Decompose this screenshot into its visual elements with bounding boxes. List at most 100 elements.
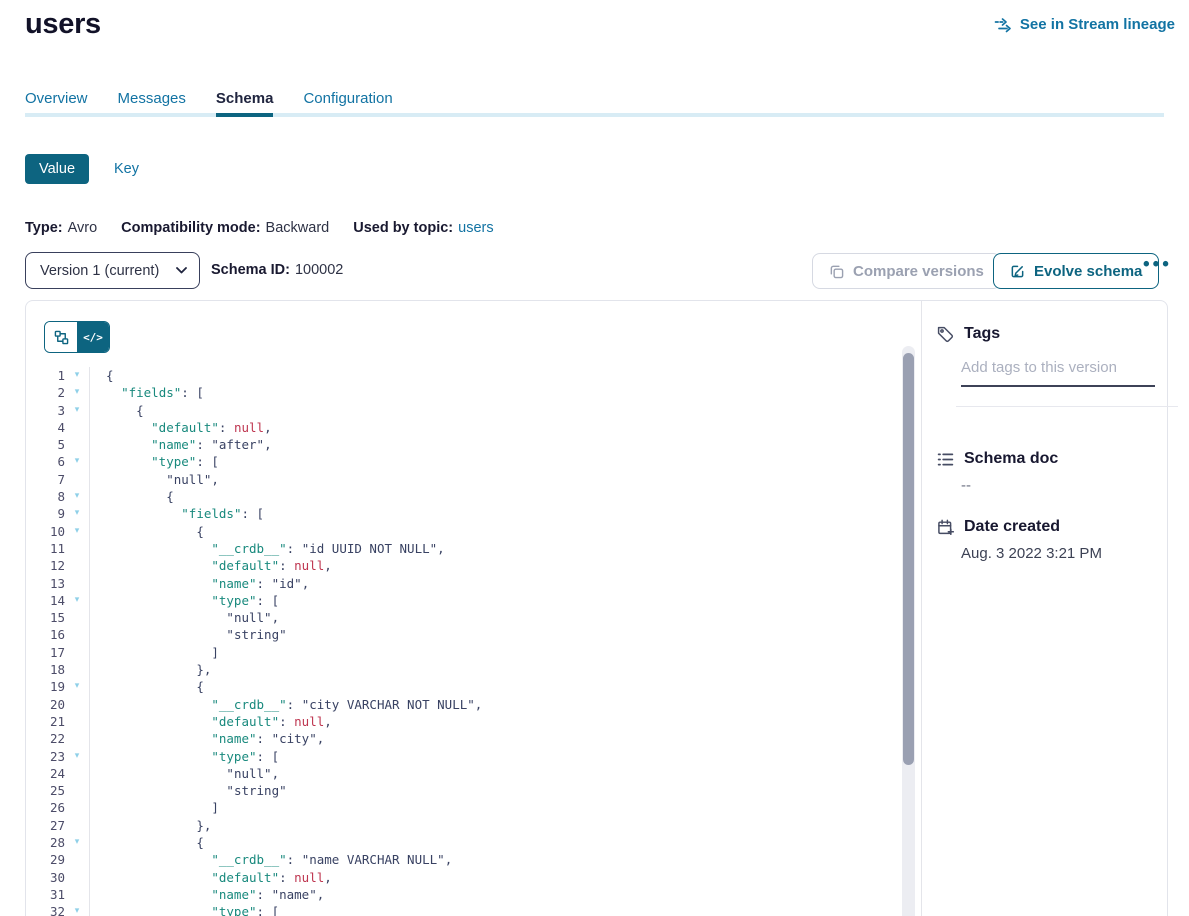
line-number: 32 <box>26 903 65 916</box>
code-line: 25 "string" <box>26 782 902 799</box>
code-view-button[interactable]: </> <box>77 322 109 352</box>
line-number: 22 <box>26 730 65 747</box>
line-number: 21 <box>26 713 65 730</box>
code-line: 16 "string" <box>26 626 902 643</box>
fold-collapse-icon[interactable]: ▾ <box>65 903 89 916</box>
tab-schema[interactable]: Schema <box>216 90 274 117</box>
tags-section-header: Tags <box>937 325 1000 343</box>
code-text: { <box>89 678 902 695</box>
used-by-topic: Used by topic: users <box>353 220 493 236</box>
code-text: "default": null, <box>89 869 902 886</box>
code-line: 28▾ { <box>26 834 902 851</box>
date-created-title: Date created <box>964 518 1060 536</box>
tree-view-button[interactable] <box>45 322 77 352</box>
code-text: "fields": [ <box>89 384 902 401</box>
fold-spacer <box>65 869 89 886</box>
more-actions-button[interactable]: ••• <box>1143 254 1172 276</box>
fold-spacer <box>65 730 89 747</box>
line-number: 15 <box>26 609 65 626</box>
code-text: { <box>89 367 902 384</box>
code-line: 9▾ "fields": [ <box>26 505 902 522</box>
fold-spacer <box>65 851 89 868</box>
fold-spacer <box>65 609 89 626</box>
tags-input-wrap <box>961 357 1155 387</box>
code-line: 23▾ "type": [ <box>26 748 902 765</box>
evolve-schema-button[interactable]: Evolve schema <box>993 253 1159 289</box>
line-number: 18 <box>26 661 65 678</box>
fold-collapse-icon[interactable]: ▾ <box>65 834 89 851</box>
compat-label: Compatibility mode: <box>121 220 260 236</box>
fold-collapse-icon[interactable]: ▾ <box>65 367 89 384</box>
fold-collapse-icon[interactable]: ▾ <box>65 384 89 401</box>
version-select-wrap: Version 1 (current) <box>25 252 200 289</box>
line-number: 23 <box>26 748 65 765</box>
schema-sidebar: Tags Schema doc -- Date cre <box>922 301 1167 916</box>
fold-collapse-icon[interactable]: ▾ <box>65 488 89 505</box>
tab-overview[interactable]: Overview <box>25 90 88 117</box>
line-number: 9 <box>26 505 65 522</box>
compare-versions-button[interactable]: Compare versions <box>812 253 1001 289</box>
schema-id-value: 100002 <box>295 262 343 278</box>
topic-link[interactable]: users <box>458 220 493 236</box>
list-icon <box>937 451 954 468</box>
version-select[interactable]: Version 1 (current) <box>25 252 200 289</box>
line-number: 11 <box>26 540 65 557</box>
code-text: "null", <box>89 609 902 626</box>
code-text: "default": null, <box>89 713 902 730</box>
see-in-stream-lineage-link[interactable]: See in Stream lineage <box>994 16 1175 33</box>
scrollbar-thumb[interactable] <box>903 353 914 765</box>
code-text: "type": [ <box>89 592 902 609</box>
topic-label: Used by topic: <box>353 220 453 236</box>
value-key-toggle: Value Key <box>25 152 139 185</box>
fold-collapse-icon[interactable]: ▾ <box>65 523 89 540</box>
fold-collapse-icon[interactable]: ▾ <box>65 505 89 522</box>
code-line: 24 "null", <box>26 765 902 782</box>
line-number: 28 <box>26 834 65 851</box>
fold-spacer <box>65 436 89 453</box>
fold-collapse-icon[interactable]: ▾ <box>65 748 89 765</box>
code-line: 13 "name": "id", <box>26 575 902 592</box>
tab-messages[interactable]: Messages <box>118 90 186 117</box>
code-line: 7 "null", <box>26 471 902 488</box>
code-text: "type": [ <box>89 903 902 916</box>
code-line: 32▾ "type": [ <box>26 903 902 916</box>
type-value: Avro <box>68 220 98 236</box>
code-text: "type": [ <box>89 453 902 470</box>
fold-spacer <box>65 575 89 592</box>
code-line: 27 }, <box>26 817 902 834</box>
tab-bar: Overview Messages Schema Configuration <box>25 90 1164 117</box>
code-line: 11 "__crdb__": "id UUID NOT NULL", <box>26 540 902 557</box>
tags-title: Tags <box>964 325 1000 343</box>
code-line: 15 "null", <box>26 609 902 626</box>
line-number: 8 <box>26 488 65 505</box>
schema-id-label: Schema ID: <box>211 262 290 278</box>
line-number: 3 <box>26 402 65 419</box>
tags-input[interactable] <box>961 357 1155 387</box>
value-tab-button[interactable]: Value <box>25 154 89 184</box>
fold-collapse-icon[interactable]: ▾ <box>65 453 89 470</box>
fold-spacer <box>65 644 89 661</box>
code-text: }, <box>89 817 902 834</box>
key-tab-button[interactable]: Key <box>114 161 139 177</box>
line-number: 4 <box>26 419 65 436</box>
fold-collapse-icon[interactable]: ▾ <box>65 592 89 609</box>
code-text: "type": [ <box>89 748 902 765</box>
code-line: 8▾ { <box>26 488 902 505</box>
code-line: 6▾ "type": [ <box>26 453 902 470</box>
code-text: "name": "name", <box>89 886 902 903</box>
fold-spacer <box>65 782 89 799</box>
code-text: "__crdb__": "id UUID NOT NULL", <box>89 540 902 557</box>
compare-versions-label: Compare versions <box>853 263 984 280</box>
schema-id: Schema ID: 100002 <box>211 252 343 289</box>
type-label: Type: <box>25 220 63 236</box>
code-line: 4 "default": null, <box>26 419 902 436</box>
code-text: { <box>89 834 902 851</box>
fold-collapse-icon[interactable]: ▾ <box>65 402 89 419</box>
code-view-icon: </> <box>83 331 103 344</box>
tree-view-icon <box>54 330 69 345</box>
schema-doc-title: Schema doc <box>964 450 1058 468</box>
tab-configuration[interactable]: Configuration <box>303 90 392 117</box>
code-line: 20 "__crdb__": "city VARCHAR NOT NULL", <box>26 696 902 713</box>
fold-collapse-icon[interactable]: ▾ <box>65 678 89 695</box>
line-number: 25 <box>26 782 65 799</box>
